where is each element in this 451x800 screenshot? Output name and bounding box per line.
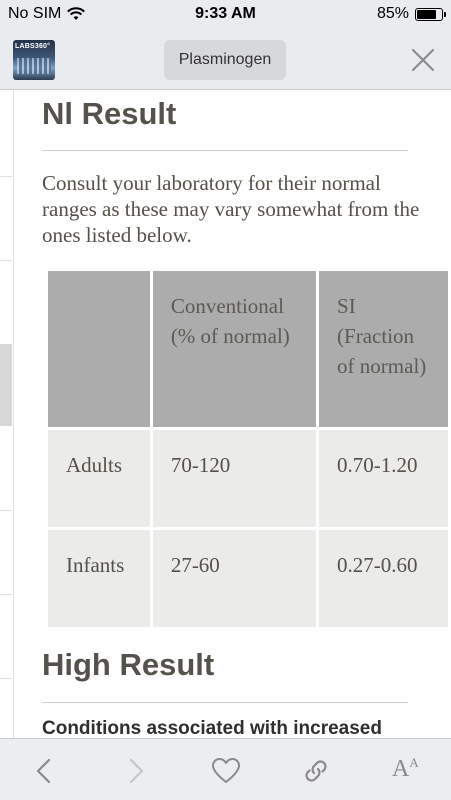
- link-icon: [305, 760, 327, 782]
- favorite-button[interactable]: [211, 757, 241, 785]
- sidebar-segment: [0, 90, 12, 177]
- text-size-button[interactable]: AA: [392, 755, 419, 783]
- sidebar-segment: [0, 510, 12, 595]
- sidebar-segment: [0, 594, 12, 679]
- page-title[interactable]: Plasminogen: [164, 40, 286, 80]
- divider: [42, 702, 408, 703]
- battery-percent: 85%: [376, 5, 409, 22]
- article-content[interactable]: Nl Result Consult your laboratory for th…: [42, 90, 451, 738]
- sidebar-strip: [0, 90, 14, 738]
- app-logo[interactable]: LABS360°: [13, 40, 55, 80]
- sidebar-segment: [0, 176, 12, 261]
- close-icon: [411, 48, 435, 72]
- table-cell: 0.70-1.20: [319, 430, 448, 527]
- header-cell: [48, 271, 150, 427]
- table-cell: Infants: [48, 530, 150, 627]
- table-cell: 70-120: [152, 430, 317, 527]
- bottom-toolbar: AA: [0, 738, 451, 800]
- sidebar-segment: [0, 426, 12, 511]
- table-cell: Adults: [48, 430, 150, 527]
- intro-paragraph: Consult your laboratory for their normal…: [42, 171, 420, 247]
- header-cell: Conventional (% of normal): [152, 271, 317, 427]
- section-heading-high: High Result: [42, 647, 215, 682]
- text-size-label: A: [392, 756, 410, 782]
- chevron-right-icon: [129, 758, 144, 784]
- table-header-row: Conventional (% of normal) SI (Fraction …: [48, 271, 448, 427]
- navigation-bar: LABS360° Plasminogen: [0, 30, 451, 90]
- chevron-left-icon: [36, 758, 51, 784]
- header-cell: SI (Fraction of normal): [319, 271, 448, 427]
- table-row: Infants 27-60 0.27-0.60: [48, 530, 448, 627]
- table-cell: 27-60: [152, 530, 317, 627]
- text-size-superscript: A: [409, 755, 419, 770]
- table-row: Adults 70-120 0.70-1.20: [48, 430, 448, 527]
- close-button[interactable]: [409, 46, 437, 74]
- forward-button[interactable]: [122, 757, 150, 785]
- section-heading-normal: Nl Result: [42, 96, 177, 131]
- sidebar-segment-selected: [0, 344, 12, 426]
- share-link-button[interactable]: [302, 757, 330, 785]
- battery-icon: [415, 7, 446, 21]
- status-right: 85%: [376, 5, 446, 23]
- logo-graphic: [17, 58, 51, 74]
- reference-table: Conventional (% of normal) SI (Fraction …: [45, 268, 451, 630]
- table-cell: 0.27-0.60: [319, 530, 448, 627]
- sidebar-segment: [0, 260, 12, 345]
- heart-icon: [212, 758, 240, 783]
- conditions-subheading: Conditions associated with increased: [42, 718, 382, 738]
- back-button[interactable]: [30, 757, 58, 785]
- battery-fill: [417, 9, 436, 19]
- logo-text: LABS360°: [15, 43, 51, 50]
- status-bar: No SIM 9:33 AM 85%: [0, 0, 451, 30]
- divider: [42, 150, 408, 151]
